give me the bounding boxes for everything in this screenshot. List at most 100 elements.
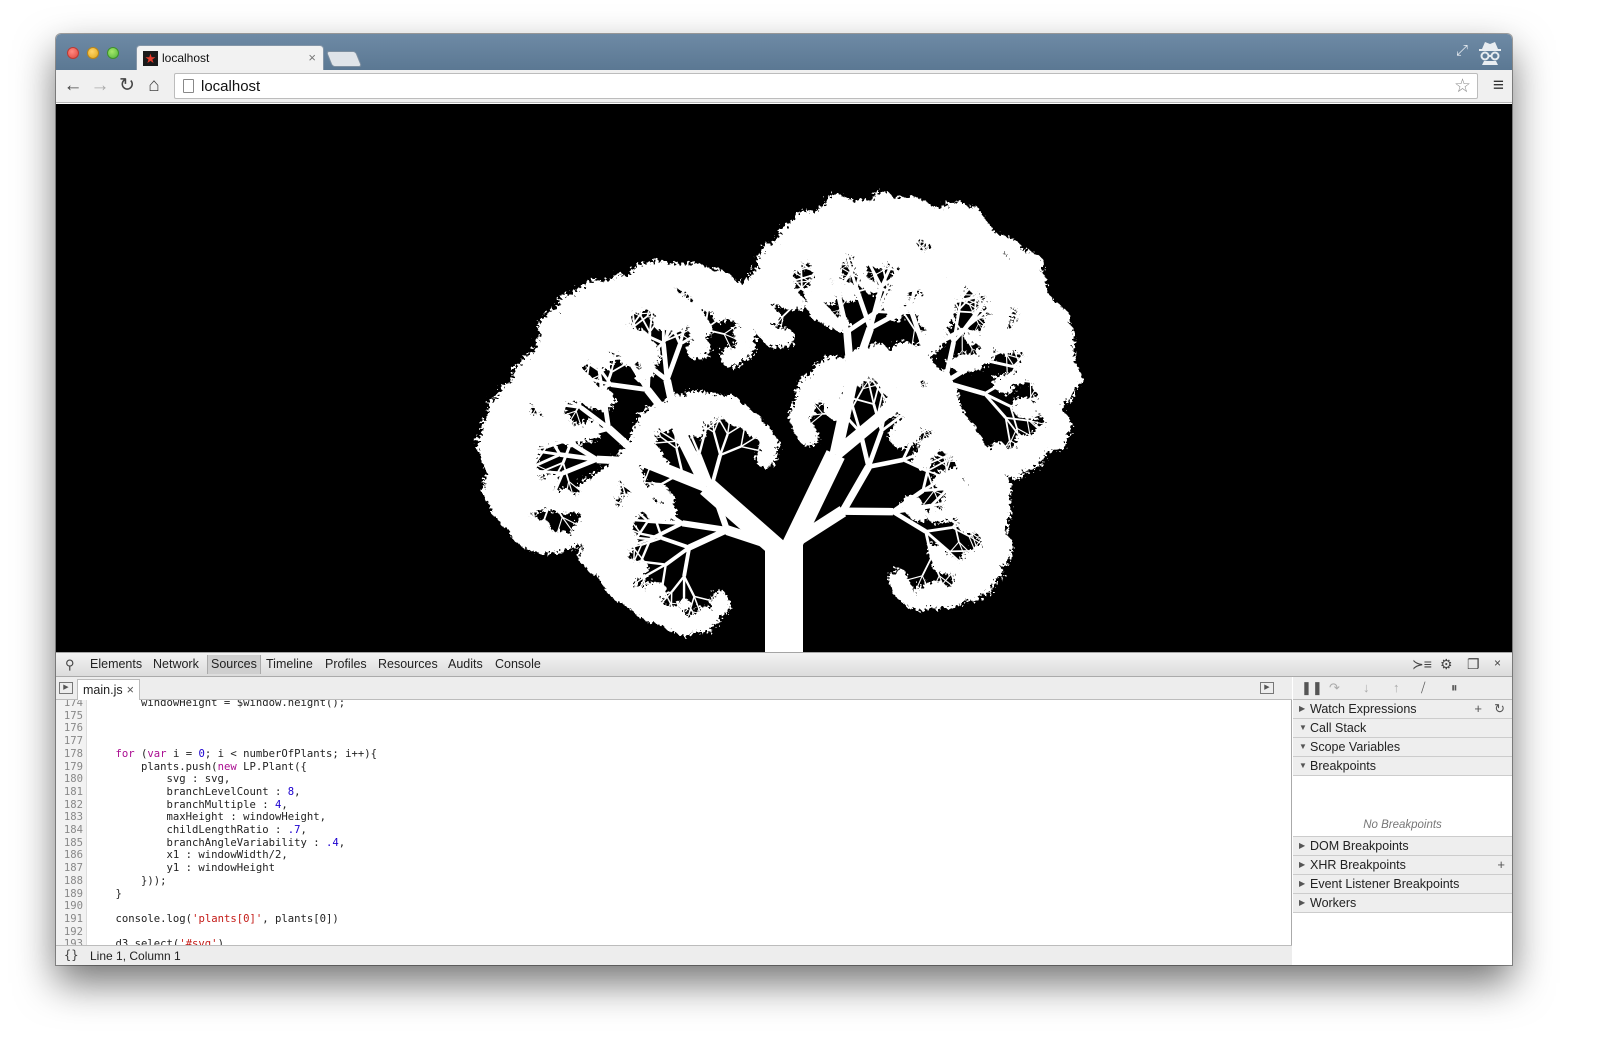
code-text: childLengthRatio : .7, [90,824,307,836]
line-number[interactable]: 192 [56,926,83,939]
step-into-icon[interactable]: ↓ [1363,680,1370,695]
debugger-toggle-icon[interactable]: ▶ [1260,682,1274,694]
page-icon [183,79,194,93]
code-text: } [90,887,122,900]
pane-label: DOM Breakpoints [1310,839,1409,853]
minimize-window-button[interactable] [87,47,99,59]
line-number[interactable]: 186 [56,849,83,862]
tab-sources[interactable]: Sources [207,655,261,674]
tab-close-icon[interactable]: × [308,50,316,65]
line-number[interactable]: 176 [56,722,83,735]
debugger-sidebar: ❚❚ ↷ ↓ ↑ ⧸ ⏸ ▶ Watch Expressions + ↻ ▼ Call S… [1293,677,1512,965]
line-number[interactable]: 193 [56,938,83,945]
collapsed-triangle-icon[interactable]: ▶ [1299,856,1305,874]
tab-audits[interactable]: Audits [448,657,483,671]
pretty-print-icon[interactable]: {} [64,948,78,962]
code-text: branchAngleVariability : .4, [90,836,346,849]
back-arrow-icon[interactable]: ← [62,75,84,97]
sidebar-pane-xhr-breakpoints[interactable]: ▶ XHR Breakpoints + [1293,856,1512,875]
favicon-icon: ★ [143,51,158,66]
line-number[interactable]: 175 [56,710,83,723]
collapsed-triangle-icon[interactable]: ▶ [1299,875,1305,893]
file-tab-close-icon[interactable]: × [127,683,134,697]
sidebar-pane-call-stack[interactable]: ▼ Call Stack [1293,719,1512,738]
search-icon[interactable]: ⚲ [65,657,75,673]
line-number[interactable]: 189 [56,888,83,901]
pane-label: Workers [1310,896,1357,910]
browser-tab[interactable]: ★ localhost × [136,45,324,71]
fullscreen-icon[interactable]: ⤢ [1456,42,1468,59]
page-viewport [56,104,1512,652]
expanded-triangle-icon[interactable]: ▼ [1299,719,1307,737]
line-number[interactable]: 182 [56,799,83,812]
line-number[interactable]: 174 [56,700,83,710]
code-text: d3.select('#svg') [90,938,224,945]
add-watch-icon[interactable]: + [1474,700,1482,718]
editor-tab-bar: ▶ main.js × ▶ [56,677,1292,700]
gear-icon[interactable]: ⚙ [1440,656,1453,673]
address-bar[interactable]: localhost ☆ [174,73,1478,99]
console-drawer-icon[interactable]: ≻≡ [1412,656,1432,673]
collapsed-triangle-icon[interactable]: ▶ [1299,700,1305,718]
line-number[interactable]: 187 [56,862,83,875]
tab-elements[interactable]: Elements [90,657,142,671]
tab-network[interactable]: Network [153,657,199,671]
line-number[interactable]: 185 [56,837,83,850]
expanded-triangle-icon[interactable]: ▼ [1299,757,1307,775]
file-tab[interactable]: main.js × [77,679,140,700]
url-text[interactable]: localhost [201,78,260,95]
chrome-menu-icon[interactable]: ≡ [1493,75,1504,97]
pause-icon[interactable]: ❚❚ [1301,680,1323,696]
line-number[interactable]: 184 [56,824,83,837]
new-tab-button[interactable] [325,51,363,67]
pane-label: Event Listener Breakpoints [1310,877,1460,891]
navigator-toggle-icon[interactable]: ▶ [59,682,73,694]
tab-timeline[interactable]: Timeline [266,657,313,671]
line-number[interactable]: 191 [56,913,83,926]
line-number[interactable]: 179 [56,761,83,774]
dock-icon[interactable]: ❐ [1467,656,1480,673]
collapsed-triangle-icon[interactable]: ▶ [1299,837,1305,855]
collapsed-triangle-icon[interactable]: ▶ [1299,894,1305,912]
close-window-button[interactable] [67,47,79,59]
pane-label: Breakpoints [1310,759,1377,773]
code-editor[interactable]: 174 windowHeight = $window.height(); 175 1… [56,700,1292,945]
fractal-tree-drawing [476,191,1083,652]
line-number[interactable]: 181 [56,786,83,799]
line-number[interactable]: 183 [56,811,83,824]
step-over-icon[interactable]: ↷ [1329,680,1340,696]
add-xhr-breakpoint-icon[interactable]: + [1497,856,1505,874]
tab-profiles[interactable]: Profiles [325,657,367,671]
step-out-icon[interactable]: ↑ [1393,680,1400,695]
sidebar-pane-workers[interactable]: ▶ Workers [1293,894,1512,913]
zoom-window-button[interactable] [107,47,119,59]
no-breakpoints-message: No Breakpoints [1293,814,1512,837]
tab-console[interactable]: Console [495,657,541,671]
code-text: plants.push(new LP.Plant({ [90,760,307,773]
bookmark-star-icon[interactable]: ☆ [1454,75,1471,98]
sidebar-pane-watch-expressions[interactable]: ▶ Watch Expressions + ↻ [1293,700,1512,719]
line-number[interactable]: 178 [56,748,83,761]
forward-arrow-icon[interactable]: → [89,75,111,97]
pause-on-exceptions-icon[interactable]: ⏸ [1451,680,1458,696]
code-text: branchLevelCount : 8, [90,785,301,798]
title-bar: ★ localhost × ⤢ [56,34,1512,71]
code-text: windowHeight = $window.height(); [90,700,346,709]
devtools-close-icon[interactable]: × [1494,656,1501,670]
sidebar-pane-scope-variables[interactable]: ▼ Scope Variables [1293,738,1512,757]
sidebar-pane-event-listener-breakpoints[interactable]: ▶ Event Listener Breakpoints [1293,875,1512,894]
deactivate-breakpoints-icon[interactable]: ⧸ [1421,680,1425,696]
sidebar-pane-breakpoints[interactable]: ▼ Breakpoints [1293,757,1512,776]
editor-status-bar: {} Line 1, Column 1 [56,945,1292,965]
tab-resources[interactable]: Resources [378,657,438,671]
sidebar-pane-dom-breakpoints[interactable]: ▶ DOM Breakpoints [1293,837,1512,856]
home-icon[interactable]: ⌂ [143,75,165,97]
line-number[interactable]: 180 [56,773,83,786]
expanded-triangle-icon[interactable]: ▼ [1299,738,1307,756]
line-number[interactable]: 190 [56,900,83,913]
debugger-toolbar: ❚❚ ↷ ↓ ↑ ⧸ ⏸ [1293,677,1512,700]
line-number[interactable]: 177 [56,735,83,748]
reload-icon[interactable]: ↻ [116,75,138,97]
refresh-icon[interactable]: ↻ [1494,700,1505,718]
line-number[interactable]: 188 [56,875,83,888]
